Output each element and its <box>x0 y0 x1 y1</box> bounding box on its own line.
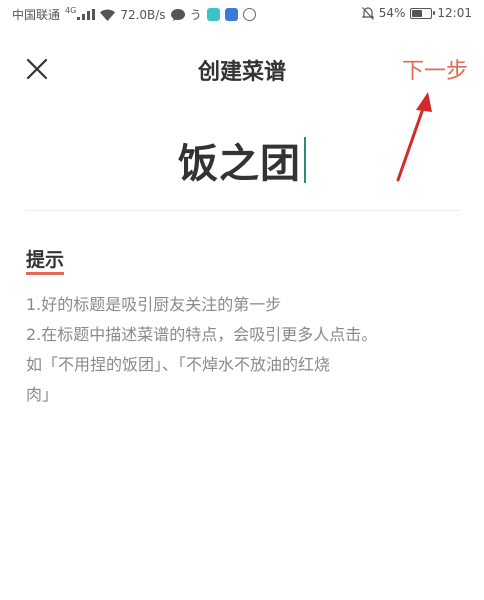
tip-line: 2.在标题中描述菜谱的特点，会吸引更多人点击。 <box>26 325 378 344</box>
app-icon-cyan <box>206 8 220 21</box>
mute-icon <box>361 6 374 20</box>
carrier-label: 中国联通 <box>12 8 61 22</box>
tip-line: 如「不用捏的饭团」、「不焯水不放油的红烧 <box>26 355 331 374</box>
tip-line: 1.好的标题是吸引厨友关注的第一步 <box>26 295 282 314</box>
tips-heading-underline <box>26 272 64 275</box>
battery-icon <box>410 7 436 19</box>
tips-body: 1.好的标题是吸引厨友关注的第一步 2.在标题中描述菜谱的特点，会吸引更多人点击… <box>26 290 466 410</box>
text-caret <box>304 137 306 183</box>
battery-percent: 54% <box>378 6 406 20</box>
wifi-icon <box>100 9 116 21</box>
recipe-title-field[interactable]: 饭之团 <box>0 125 484 195</box>
network-speed: 72.0B/s <box>120 7 166 22</box>
tip-line: 肉」 <box>26 385 59 404</box>
divider <box>26 210 460 211</box>
signal-icon <box>77 9 96 20</box>
status-bar: 中国联通 4G 72.0B/s う 54% 12:01 <box>0 0 484 28</box>
status-bar-right: 54% 12:01 <box>361 6 472 20</box>
next-step-button[interactable]: 下一步 <box>402 53 468 85</box>
app-icon-gray <box>242 8 256 21</box>
app-icon-blue <box>224 8 238 21</box>
status-bar-left: 中国联通 4G 72.0B/s う <box>12 6 256 23</box>
network-type-label: 4G <box>65 6 77 15</box>
clock: 12:01 <box>437 6 472 20</box>
tips-heading: 提示 <box>26 249 65 271</box>
recipe-title-input[interactable]: 饭之团 <box>178 131 306 189</box>
battery-fill <box>412 9 422 17</box>
chat-bubble-icon <box>170 8 185 21</box>
app-icon: う <box>189 8 202 22</box>
recipe-title-value: 饭之团 <box>178 141 301 187</box>
